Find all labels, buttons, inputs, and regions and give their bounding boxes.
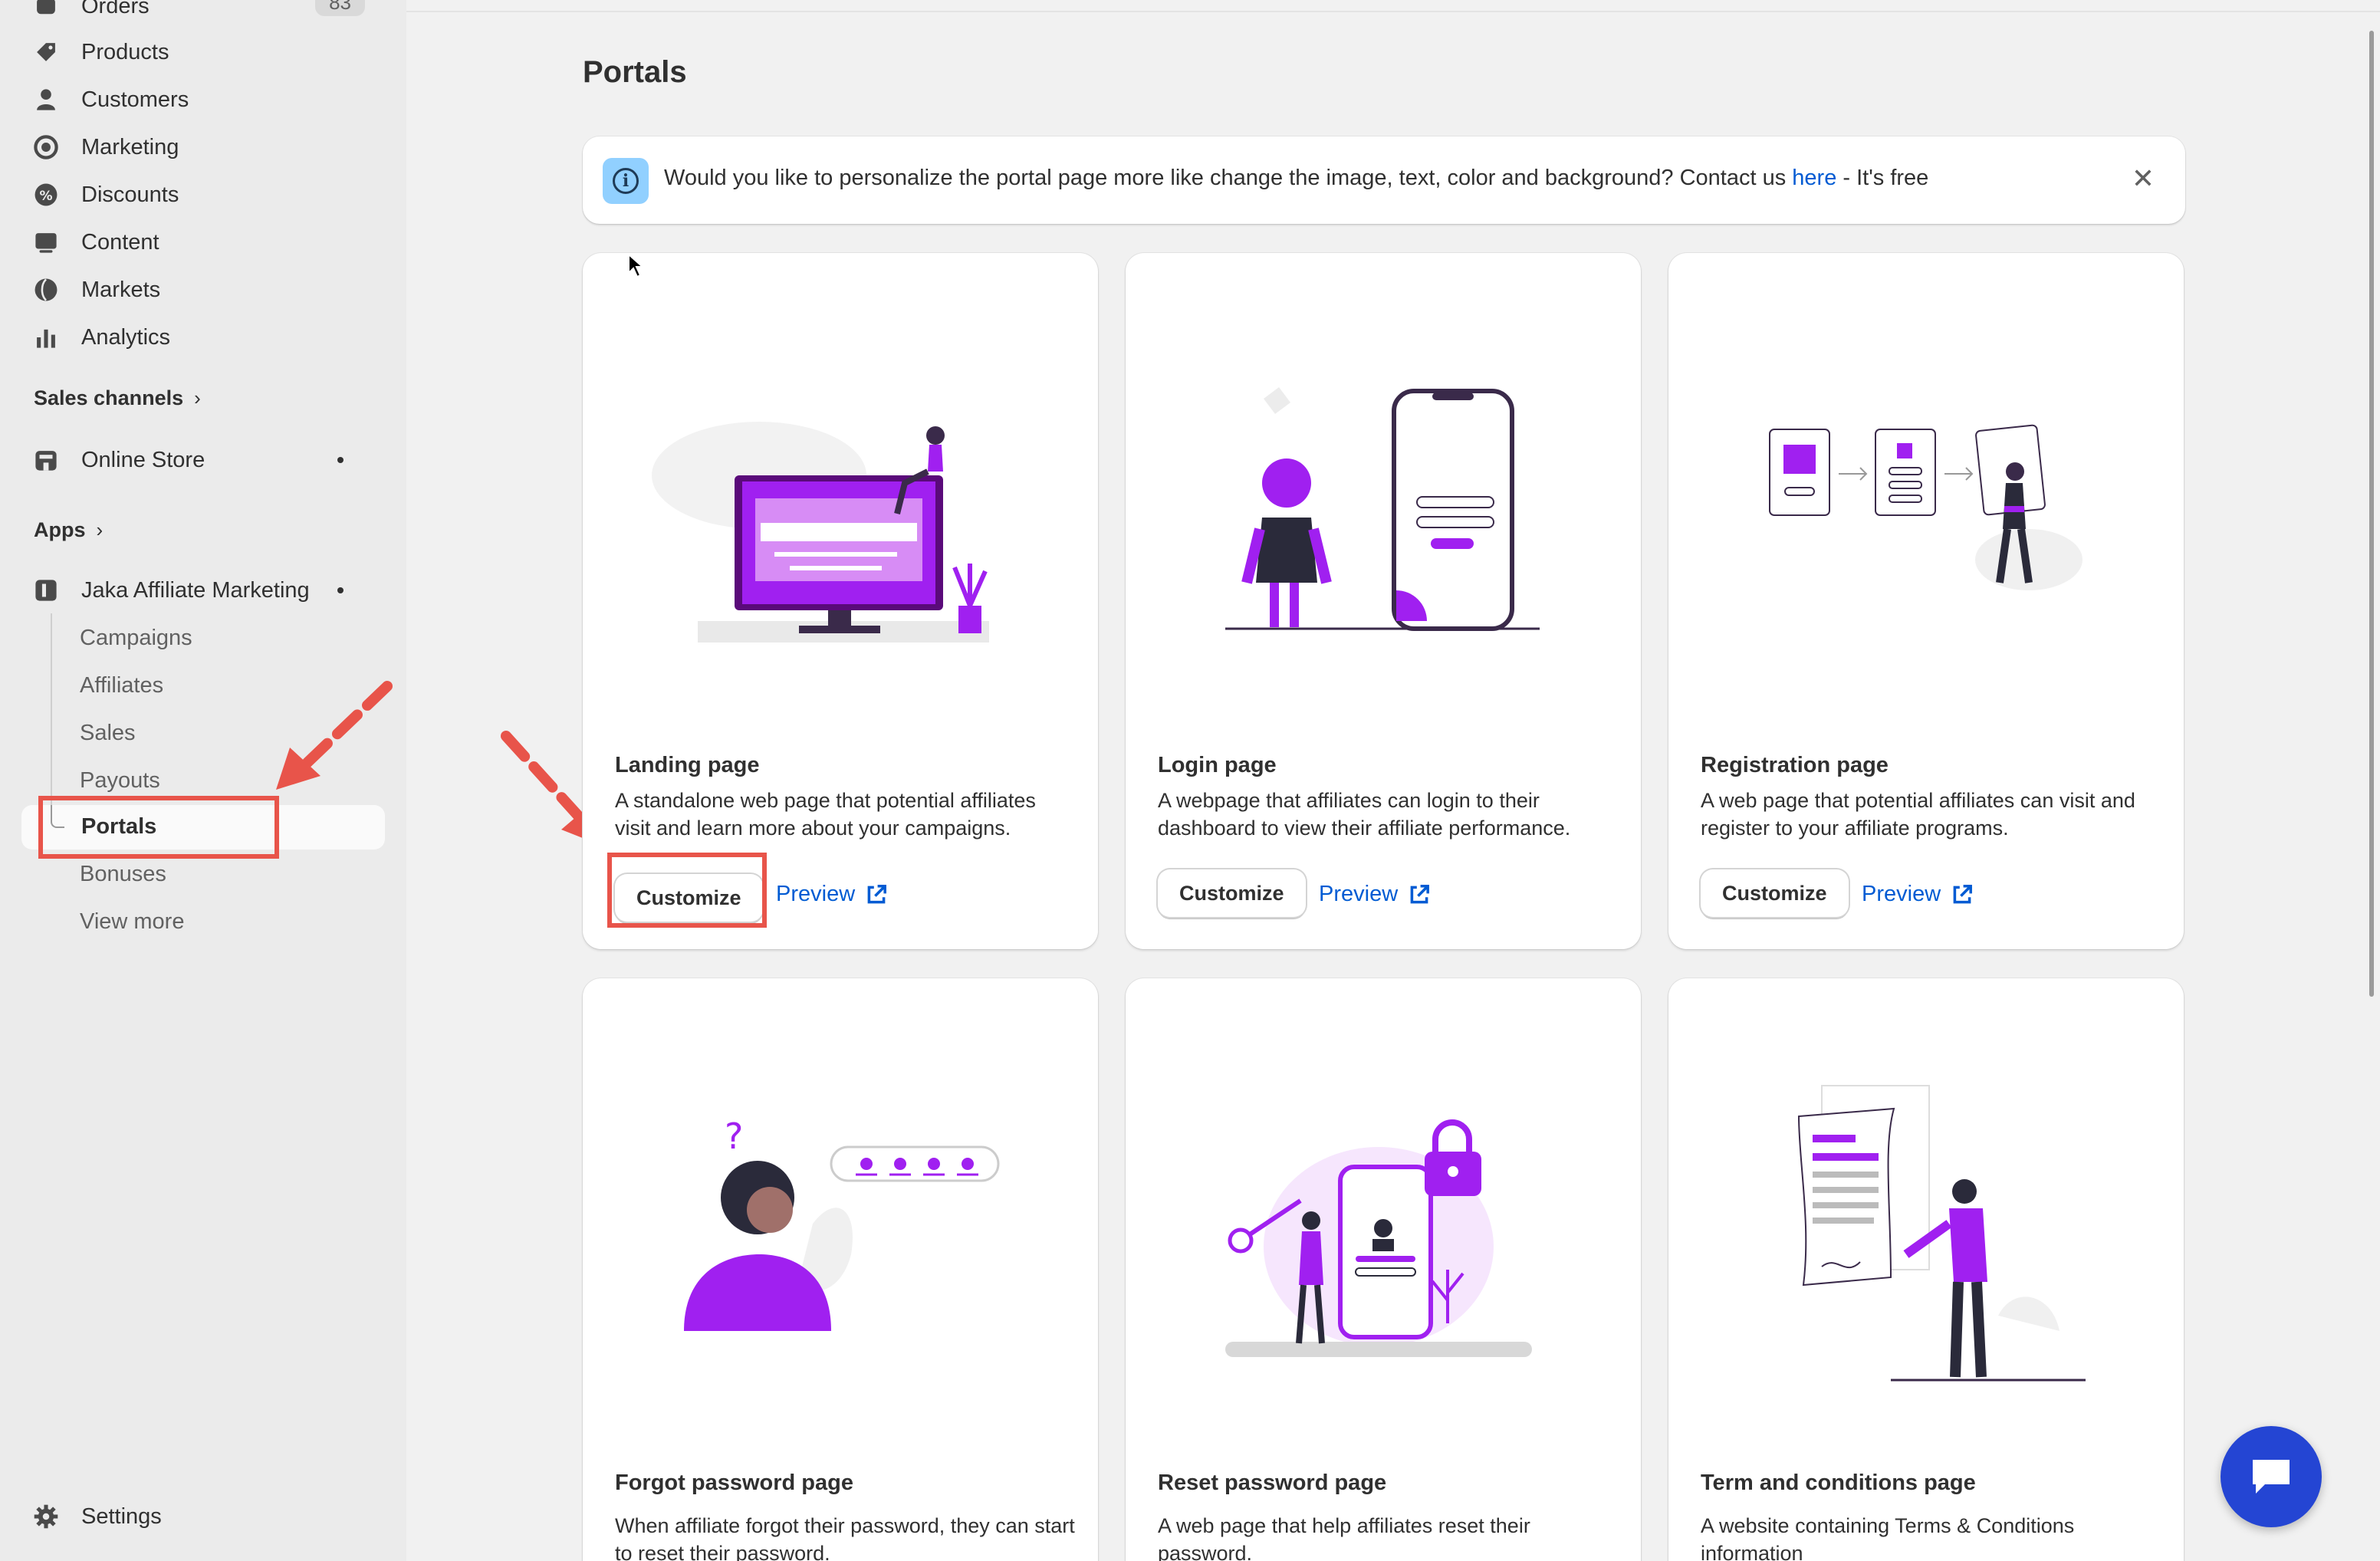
sidebar-item-orders[interactable]: Orders 83 — [31, 0, 383, 29]
discount-icon: % — [31, 179, 61, 210]
close-icon[interactable]: ✕ — [2124, 159, 2162, 198]
sidebar-item-label: Content — [81, 229, 159, 255]
orders-count-badge: 83 — [315, 0, 365, 16]
card-description: When affiliate forgot their password, th… — [615, 1514, 1075, 1561]
preview-link[interactable]: Preview — [1862, 882, 1974, 907]
page-title: Portals — [583, 55, 687, 89]
info-icon: i — [603, 158, 649, 204]
card-description: A web page that help affiliates reset th… — [1158, 1514, 1530, 1561]
sidebar-item-markets[interactable]: Markets — [31, 267, 383, 313]
sidebar-item-discounts[interactable]: % Discounts — [31, 172, 383, 218]
target-icon — [31, 132, 61, 163]
status-dot — [337, 587, 344, 593]
chevron-right-icon: › — [96, 518, 104, 541]
customize-button[interactable]: Customize — [1158, 869, 1306, 917]
gear-icon — [31, 1501, 61, 1532]
card-title: Login page — [1158, 753, 1277, 777]
globe-icon — [31, 274, 61, 305]
store-icon — [31, 445, 61, 475]
sidebar-item-label: Discounts — [81, 182, 179, 207]
sidebar-subitem-campaigns[interactable]: Campaigns — [80, 616, 192, 659]
terms-illustration — [1797, 1085, 2086, 1382]
chat-bubble-icon — [2253, 1460, 2290, 1494]
card-landing-page: Landing page A standalone web page that … — [583, 253, 1098, 949]
portals-highlight-box — [38, 796, 279, 859]
tag-icon — [31, 37, 61, 67]
chevron-right-icon: › — [194, 386, 201, 409]
sidebar-item-content[interactable]: Content — [31, 219, 383, 265]
inbox-icon — [31, 0, 61, 21]
forgot-password-illustration: ? — [684, 1116, 1000, 1331]
card-title: Registration page — [1701, 753, 1889, 777]
sidebar-item-analytics[interactable]: Analytics — [31, 314, 383, 360]
sidebar-item-jaka-app[interactable]: Jaka Affiliate Marketing — [31, 567, 383, 613]
sales-channels-heading[interactable]: Sales channels › — [34, 386, 201, 410]
card-reset-password-page: Reset password page A web page that help… — [1126, 978, 1641, 1561]
landing-illustration — [652, 422, 989, 642]
top-divider — [406, 11, 2380, 12]
sidebar-item-settings[interactable]: Settings — [31, 1494, 383, 1540]
card-registration-page: Registration page A web page that potent… — [1668, 253, 2184, 949]
card-forgot-password-page: ? Forgot password page When affiliate fo… — [583, 978, 1098, 1561]
mouse-cursor-icon — [627, 252, 645, 283]
app-icon — [31, 575, 61, 606]
sidebar-item-label: Marketing — [81, 134, 179, 159]
status-dot — [337, 457, 344, 463]
sidebar-item-label: Orders — [81, 0, 150, 18]
preview-link[interactable]: Preview — [776, 882, 889, 907]
banner-message: Would you like to personalize the portal… — [664, 166, 1929, 190]
registration-illustration — [1769, 424, 2082, 590]
sidebar-item-label: Products — [81, 39, 169, 64]
sidebar-item-label: Online Store — [81, 447, 205, 472]
contact-link[interactable]: here — [1792, 166, 1836, 190]
card-title: Reset password page — [1158, 1471, 1387, 1495]
apps-heading[interactable]: Apps › — [34, 518, 103, 542]
bar-chart-icon — [31, 322, 61, 353]
scrollbar[interactable] — [2369, 31, 2374, 997]
sidebar-item-label: Customers — [81, 87, 189, 112]
sidebar-subitem-affiliates[interactable]: Affiliates — [80, 664, 163, 707]
preview-link[interactable]: Preview — [1319, 882, 1432, 907]
chat-button[interactable] — [2221, 1426, 2322, 1527]
card-title: Landing page — [615, 753, 760, 777]
sidebar-item-label: Settings — [81, 1503, 162, 1529]
card-description: A webpage that affiliates can login to t… — [1158, 789, 1571, 840]
image-icon — [31, 227, 61, 258]
card-terms-page: Term and conditions page A website conta… — [1668, 978, 2184, 1561]
sidebar-item-online-store[interactable]: Online Store — [31, 437, 383, 483]
sidebar-item-label: Analytics — [81, 324, 171, 350]
sidebar-subitem-view-more[interactable]: View more — [80, 900, 184, 943]
external-link-icon — [1410, 884, 1430, 903]
card-description: A website containing Terms & Conditions … — [1701, 1514, 2075, 1561]
sidebar-item-label: Jaka Affiliate Marketing — [81, 577, 310, 603]
external-link-icon — [1953, 884, 1973, 903]
sidebar-item-label: Markets — [81, 277, 161, 302]
sidebar-subitem-bonuses[interactable]: Bonuses — [80, 853, 166, 896]
customize-highlight-box — [607, 853, 767, 928]
arrow-annotation — [276, 681, 393, 790]
card-title: Term and conditions page — [1701, 1471, 1976, 1495]
external-link-icon — [867, 884, 887, 903]
person-icon — [31, 84, 61, 115]
login-illustration — [1225, 387, 1540, 631]
sidebar-subitem-sales[interactable]: Sales — [80, 711, 136, 754]
info-banner: i Would you like to personalize the port… — [583, 136, 2185, 224]
sidebar-item-marketing[interactable]: Marketing — [31, 124, 383, 170]
sidebar-item-products[interactable]: Products — [31, 29, 383, 75]
card-login-page: Login page A webpage that affiliates can… — [1126, 253, 1641, 949]
card-description: A web page that potential affiliates can… — [1701, 789, 2135, 840]
card-description: A standalone web page that potential aff… — [615, 789, 1036, 840]
card-title: Forgot password page — [615, 1471, 853, 1495]
svg-text:%: % — [39, 189, 52, 204]
customize-button[interactable]: Customize — [1701, 869, 1849, 917]
reset-password-illustration — [1225, 1119, 1532, 1357]
sidebar-item-customers[interactable]: Customers — [31, 77, 383, 123]
svg-text:?: ? — [725, 1116, 743, 1157]
